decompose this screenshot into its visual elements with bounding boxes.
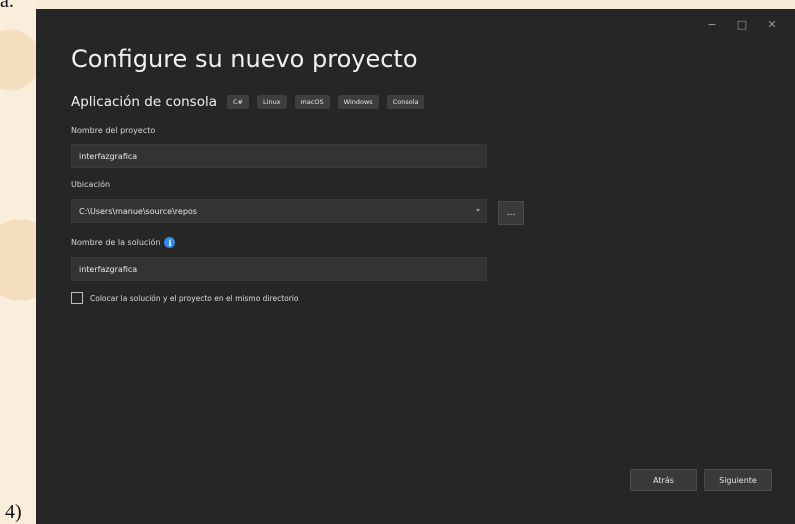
location-label: Ubicación <box>71 180 111 189</box>
close-icon[interactable]: ✕ <box>757 15 787 33</box>
tag-language: C# <box>227 95 250 109</box>
project-name-input[interactable]: interfazgrafica <box>71 144 487 168</box>
same-directory-checkbox[interactable] <box>71 292 83 304</box>
project-name-value: interfazgrafica <box>79 151 138 161</box>
next-button[interactable]: Siguiente <box>704 469 772 491</box>
document-page: a. 4) − □ ✕ Configure su nuevo proyecto … <box>0 0 795 524</box>
tag-platform-macos: macOS <box>294 95 330 109</box>
location-value: C:\Users\manue\source\repos <box>79 206 197 216</box>
solution-name-label-row: Nombre de la solución i <box>71 237 176 248</box>
template-name: Aplicación de consola <box>71 94 218 110</box>
solution-name-input[interactable]: interfazgrafica <box>71 257 487 281</box>
solution-name-value: interfazgrafica <box>79 264 138 274</box>
new-project-dialog: − □ ✕ Configure su nuevo proyecto Aplica… <box>36 9 795 524</box>
minimize-icon[interactable]: − <box>697 15 727 33</box>
page-text-top: a. <box>0 0 14 12</box>
back-button[interactable]: Atrás <box>630 469 697 491</box>
location-combobox[interactable]: C:\Users\manue\source\repos <box>71 199 487 223</box>
background-decoration <box>0 0 36 524</box>
tag-project-type: Consola <box>386 95 425 109</box>
maximize-icon[interactable]: □ <box>727 15 757 33</box>
same-directory-label: Colocar la solución y el proyecto en el … <box>90 293 299 303</box>
solution-name-label: Nombre de la solución <box>71 238 161 247</box>
template-header: Aplicación de consola C# Linux macOS Win… <box>71 94 425 110</box>
window-controls: − □ ✕ <box>697 15 787 33</box>
chevron-down-icon[interactable] <box>476 209 480 212</box>
info-icon[interactable]: i <box>164 237 176 248</box>
project-name-label: Nombre del proyecto <box>71 126 156 135</box>
dialog-title: Configure su nuevo proyecto <box>71 45 418 73</box>
same-directory-option[interactable]: Colocar la solución y el proyecto en el … <box>71 292 298 304</box>
browse-button[interactable]: ... <box>498 201 524 225</box>
tag-platform-windows: Windows <box>337 95 379 109</box>
page-text-bottom: 4) <box>5 501 22 523</box>
tag-platform-linux: Linux <box>257 95 287 109</box>
